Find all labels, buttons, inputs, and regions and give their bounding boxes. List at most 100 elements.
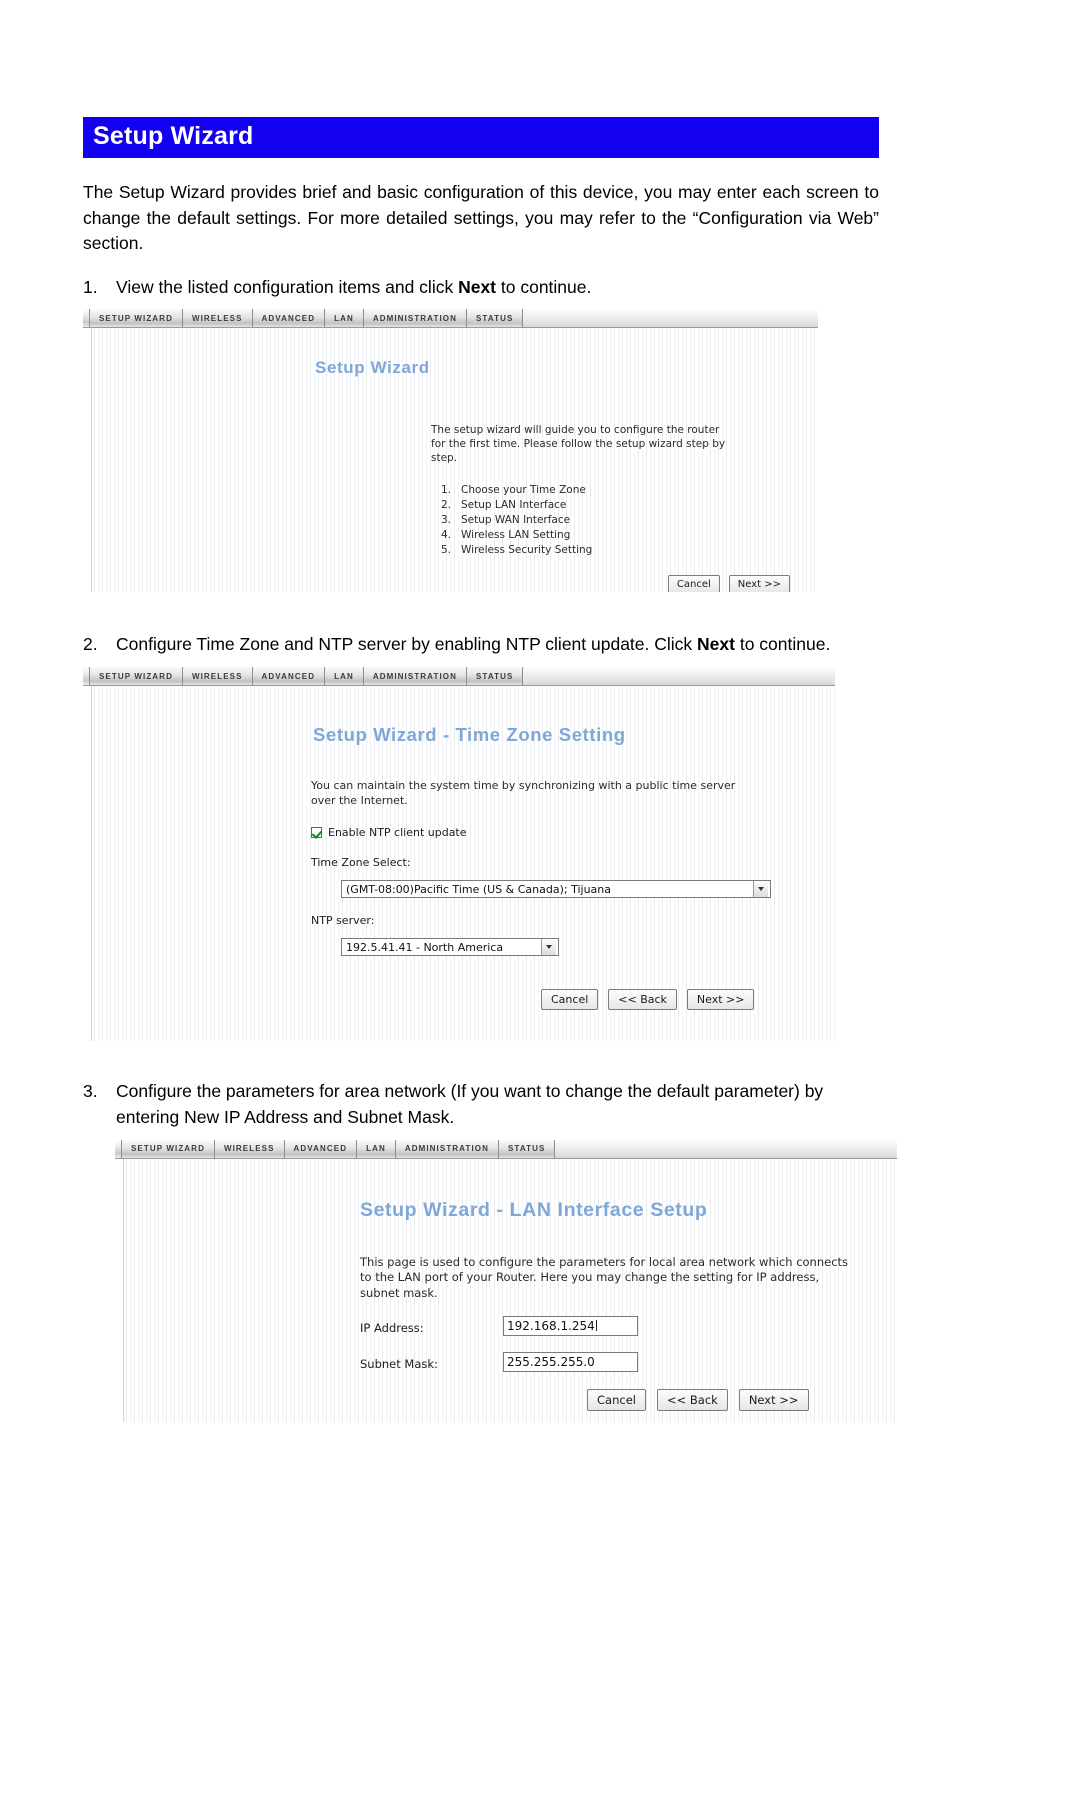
step-2-bold: Next xyxy=(697,634,735,655)
screen-left-rail xyxy=(83,686,92,1042)
tabbar-filler xyxy=(523,667,835,686)
list-item-number: 4. xyxy=(441,529,452,542)
step-3: 3. Configure the parameters for area net… xyxy=(83,1079,879,1130)
tab-setup-wizard[interactable]: Setup Wizard xyxy=(89,309,183,328)
tab-lan[interactable]: LAN xyxy=(325,667,364,686)
list-item-label: Choose your Time Zone xyxy=(461,484,586,497)
router-screen-body-3: Setup Wizard - LAN Interface Setup This … xyxy=(115,1158,897,1422)
next-button[interactable]: Next >> xyxy=(738,1388,809,1411)
back-button[interactable]: << Back xyxy=(608,989,677,1011)
intro-paragraph: The Setup Wizard provides brief and basi… xyxy=(83,182,879,254)
text-cursor xyxy=(595,1320,597,1332)
tabbar-filler xyxy=(555,1139,897,1158)
list-item-number: 5. xyxy=(441,544,452,556)
tab-wireless[interactable]: Wireless xyxy=(182,309,253,328)
screen-left-rail xyxy=(83,328,92,593)
subnet-mask-label: Subnet Mask: xyxy=(360,1356,438,1371)
ntp-server-select-value: 192.5.41.41 - North America xyxy=(346,940,504,954)
step-1: 1. View the listed configuration items a… xyxy=(83,275,879,301)
screen-heading-1: Setup Wizard xyxy=(315,358,430,378)
document-page: Setup Wizard The Setup Wizard provides b… xyxy=(0,0,1080,1819)
cancel-button[interactable]: Cancel xyxy=(667,575,720,593)
back-button[interactable]: << Back xyxy=(656,1388,728,1411)
tab-lan[interactable]: LAN xyxy=(325,309,364,328)
screen-heading-2: Setup Wizard - Time Zone Setting xyxy=(313,724,626,746)
tab-lan[interactable]: LAN xyxy=(357,1139,396,1158)
page-title: Setup Wizard xyxy=(83,117,879,158)
chevron-down-icon xyxy=(541,939,556,956)
list-item-number: 3. xyxy=(441,514,452,527)
router-screenshot-lan-interface: Setup Wizard Wireless Advanced LAN Admin… xyxy=(115,1139,897,1422)
screen-3-button-row: Cancel << Back Next >> xyxy=(587,1388,809,1411)
step-3-number: 3. xyxy=(83,1081,98,1102)
list-item: 2. Setup LAN Interface xyxy=(441,498,592,513)
tab-status[interactable]: Status xyxy=(466,667,524,686)
tab-status[interactable]: Status xyxy=(498,1139,556,1158)
step-2: 2. Configure Time Zone and NTP server by… xyxy=(83,632,879,658)
next-button[interactable]: Next >> xyxy=(728,575,790,593)
step-2-text-after: to continue. xyxy=(734,634,831,655)
router-screenshot-setup-wizard: Setup Wizard Wireless Advanced LAN Admin… xyxy=(83,309,818,593)
enable-ntp-row[interactable]: Enable NTP client update xyxy=(311,826,467,839)
list-item: 5. Wireless Security Setting xyxy=(441,543,592,558)
step-1-text-before: View the listed configuration items and … xyxy=(116,276,459,297)
router-tabbar-2: Setup Wizard Wireless Advanced LAN Admin… xyxy=(83,667,835,687)
screen-left-rail xyxy=(115,1158,124,1422)
router-tabbar-1: Setup Wizard Wireless Advanced LAN Admin… xyxy=(83,309,818,329)
tab-wireless[interactable]: Wireless xyxy=(182,667,253,686)
step-1-text: View the listed configuration items and … xyxy=(116,275,879,301)
subnet-mask-value: 255.255.255.0 xyxy=(507,1354,595,1369)
tab-setup-wizard[interactable]: Setup Wizard xyxy=(89,667,183,686)
ip-address-label: IP Address: xyxy=(360,1320,424,1335)
timezone-select[interactable]: (GMT-08:00)Pacific Time (US & Canada); T… xyxy=(341,880,771,899)
list-item-number: 2. xyxy=(441,499,452,512)
next-button[interactable]: Next >> xyxy=(686,989,755,1011)
step-2-text-before: Configure Time Zone and NTP server by en… xyxy=(116,634,698,655)
tab-status[interactable]: Status xyxy=(466,309,524,328)
list-item: 4. Wireless LAN Setting xyxy=(441,528,592,543)
step-1-number: 1. xyxy=(83,276,98,297)
page-content: Setup Wizard The Setup Wizard provides b… xyxy=(83,0,897,1422)
screen-heading-3: Setup Wizard - LAN Interface Setup xyxy=(360,1198,708,1221)
router-tabbar-3: Setup Wizard Wireless Advanced LAN Admin… xyxy=(115,1139,897,1159)
tab-advanced[interactable]: Advanced xyxy=(252,309,326,328)
tabbar-filler xyxy=(523,309,818,328)
list-item-label: Wireless Security Setting xyxy=(461,544,593,556)
ip-address-value: 192.168.1.254 xyxy=(507,1318,595,1333)
screen-blurb-2: You can maintain the system time by sync… xyxy=(311,779,736,807)
router-screenshot-time-zone: Setup Wizard Wireless Advanced LAN Admin… xyxy=(83,667,835,1042)
list-item-label: Setup WAN Interface xyxy=(461,514,571,527)
tab-advanced[interactable]: Advanced xyxy=(284,1139,358,1158)
timezone-select-value: (GMT-08:00)Pacific Time (US & Canada); T… xyxy=(346,882,612,896)
tab-administration[interactable]: Administration xyxy=(363,667,467,686)
tab-administration[interactable]: Administration xyxy=(395,1139,499,1158)
step-1-bold: Next xyxy=(458,276,497,297)
tab-setup-wizard[interactable]: Setup Wizard xyxy=(121,1139,215,1158)
wizard-step-list: 1. Choose your Time Zone 2. Setup LAN Inte… xyxy=(441,483,592,558)
tab-wireless[interactable]: Wireless xyxy=(214,1139,285,1158)
cancel-button[interactable]: Cancel xyxy=(541,989,599,1011)
list-item-number: 1. xyxy=(441,484,452,497)
ip-address-input[interactable]: 192.168.1.254 xyxy=(503,1315,638,1336)
tab-advanced[interactable]: Advanced xyxy=(252,667,326,686)
enable-ntp-label: Enable NTP client update xyxy=(328,826,467,840)
screen-2-button-row: Cancel << Back Next >> xyxy=(541,989,755,1011)
cancel-button[interactable]: Cancel xyxy=(587,1388,646,1411)
ntp-server-select[interactable]: 192.5.41.41 - North America xyxy=(341,938,559,957)
step-1-text-after: to continue. xyxy=(496,276,592,297)
screen-1-button-row: Cancel Next >> xyxy=(667,575,790,593)
list-item: 1. Choose your Time Zone xyxy=(441,483,592,498)
router-screen-body-1: Setup Wizard The setup wizard will guide… xyxy=(83,328,818,593)
chevron-down-icon xyxy=(753,881,768,898)
ntp-server-label: NTP server: xyxy=(311,914,375,928)
screen-blurb-3: This page is used to configure the param… xyxy=(360,1254,849,1300)
screen-blurb-1: The setup wizard will guide you to confi… xyxy=(431,424,726,465)
list-item: 3. Setup WAN Interface xyxy=(441,513,592,528)
step-3-text: Configure the parameters for area networ… xyxy=(116,1081,824,1127)
list-item-label: Wireless LAN Setting xyxy=(461,529,571,542)
step-2-number: 2. xyxy=(83,634,98,655)
subnet-mask-input[interactable]: 255.255.255.0 xyxy=(503,1351,638,1372)
list-item-label: Setup LAN Interface xyxy=(461,499,567,512)
tab-administration[interactable]: Administration xyxy=(363,309,467,328)
enable-ntp-checkbox[interactable] xyxy=(311,827,322,839)
